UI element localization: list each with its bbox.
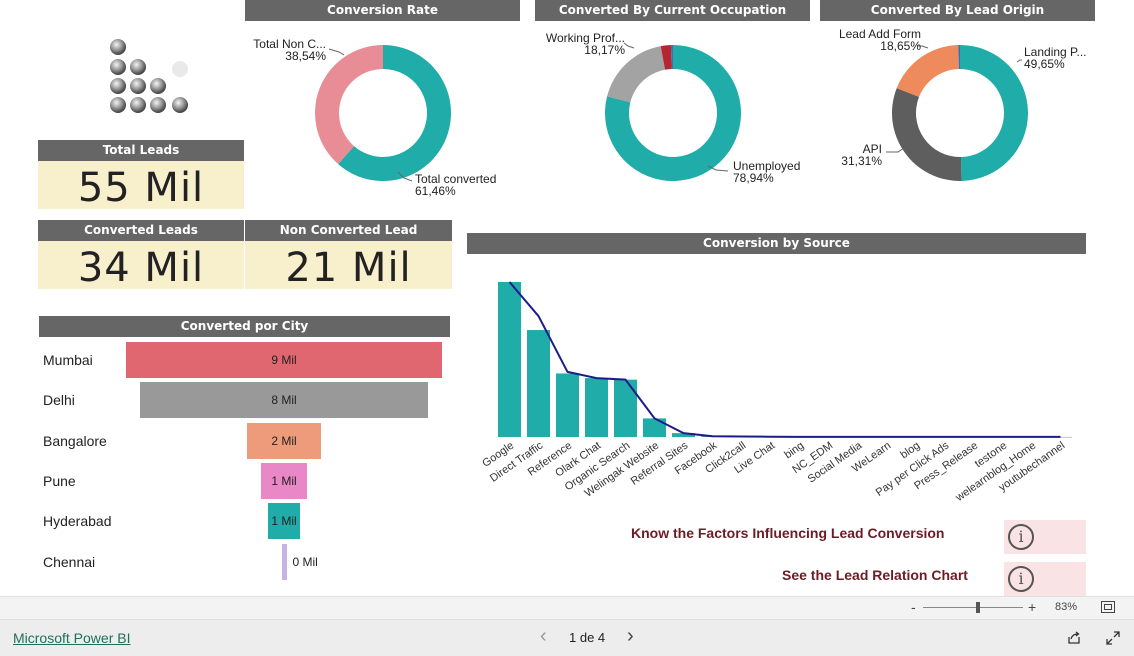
fullscreen-icon[interactable]	[1106, 631, 1120, 645]
zoom-slider-track[interactable]	[923, 607, 1023, 608]
total-leads-label: Total Leads	[38, 140, 244, 161]
zoom-slider-handle[interactable]	[976, 602, 980, 613]
lead-origin-title: Converted By Lead Origin	[820, 0, 1095, 21]
source-chart[interactable]: GoogleDirect TrafficReferenceOlark ChatO…	[467, 262, 1087, 502]
city-name: Hyderabad	[43, 513, 112, 530]
non-converted-label: Non Converted Lead	[245, 220, 452, 241]
factors-info-button[interactable]: i	[1004, 520, 1086, 554]
source-chart-title: Conversion by Source	[467, 233, 1086, 254]
logo-icon	[110, 39, 188, 113]
city-chart-title: Converted por City	[39, 316, 450, 337]
zoom-in-button[interactable]: +	[1028, 599, 1036, 615]
city-name: Delhi	[43, 392, 75, 409]
city-value-label: 1 Mil	[271, 514, 297, 529]
source-bar[interactable]	[614, 379, 637, 437]
city-name: Chennai	[43, 553, 96, 570]
report-canvas: Total Leads 55 Mil Converted Leads 34 Mi…	[0, 0, 1134, 596]
converted-leads-label: Converted Leads	[38, 220, 244, 241]
footer: - + 83% Microsoft Power BI ‹ 1 de 4 ›	[0, 596, 1134, 656]
conversion-rate-label-converted: Total converted 61,46%	[415, 173, 496, 197]
next-page-button[interactable]: ›	[627, 625, 634, 648]
label-pct: 18,65%	[880, 39, 921, 53]
share-icon[interactable]	[1067, 631, 1081, 645]
label-pct: 31,31%	[841, 154, 882, 168]
city-value-label: 0 Mil	[292, 554, 318, 569]
total-leads-value: 55 Mil	[77, 165, 205, 211]
lead-origin-label-form: Lead Add Form 18,65%	[820, 28, 921, 52]
relation-link[interactable]: See the Lead Relation Chart	[782, 567, 968, 583]
source-bar[interactable]	[498, 282, 521, 437]
label-pct: 38,54%	[285, 49, 326, 63]
occupation-label-unemployed: Unemployed 78,94%	[733, 160, 800, 184]
zoom-bar: - + 83%	[0, 597, 1134, 619]
non-converted-card[interactable]: 21 Mil	[245, 241, 452, 291]
factors-link[interactable]: Know the Factors Influencing Lead Conver…	[631, 525, 944, 541]
city-name: Mumbai	[43, 352, 93, 368]
occupation-title: Converted By Current Occupation	[535, 0, 810, 21]
zoom-out-button[interactable]: -	[911, 599, 916, 615]
city-value-label: 9 Mil	[271, 353, 297, 367]
zoom-level: 83%	[1055, 601, 1078, 613]
city-name: Pune	[43, 472, 76, 489]
info-icon: i	[1008, 524, 1034, 550]
info-icon: i	[1008, 566, 1034, 592]
status-bar: Microsoft Power BI ‹ 1 de 4 ›	[0, 619, 1134, 656]
city-value-label: 1 Mil	[271, 473, 297, 488]
conversion-rate-label-non-converted: Total Non C... 38,54%	[236, 38, 326, 62]
lead-origin-label-api: API 31,31%	[820, 143, 882, 167]
city-bar[interactable]	[281, 543, 287, 580]
source-bar[interactable]	[556, 373, 579, 437]
city-name: Bangalore	[43, 432, 107, 449]
label-pct: 18,17%	[584, 43, 625, 57]
source-bar[interactable]	[527, 330, 550, 437]
converted-leads-value: 34 Mil	[77, 245, 205, 291]
label-pct: 78,94%	[733, 171, 774, 185]
page-indicator: 1 de 4	[569, 630, 606, 645]
city-value-label: 8 Mil	[271, 393, 297, 408]
total-leads-card[interactable]: 55 Mil	[38, 161, 244, 211]
relation-info-button[interactable]: i	[1004, 562, 1086, 596]
source-bar[interactable]	[643, 418, 666, 437]
occupation-label-working: Working Prof... 18,17%	[530, 32, 625, 56]
lead-origin-leaders	[886, 45, 1022, 153]
label-pct: 49,65%	[1024, 57, 1065, 71]
prev-page-button[interactable]: ‹	[540, 625, 547, 648]
converted-leads-card[interactable]: 34 Mil	[38, 241, 244, 291]
city-value-label: 2 Mil	[271, 433, 297, 448]
fit-to-page-icon[interactable]	[1101, 601, 1115, 613]
label-pct: 61,46%	[415, 184, 456, 198]
non-converted-value: 21 Mil	[285, 245, 412, 291]
power-bi-link[interactable]: Microsoft Power BI	[13, 630, 130, 646]
conversion-rate-title: Conversion Rate	[245, 0, 520, 21]
source-bar[interactable]	[585, 378, 608, 437]
lead-origin-label-landing: Landing P... 49,65%	[1024, 46, 1087, 70]
